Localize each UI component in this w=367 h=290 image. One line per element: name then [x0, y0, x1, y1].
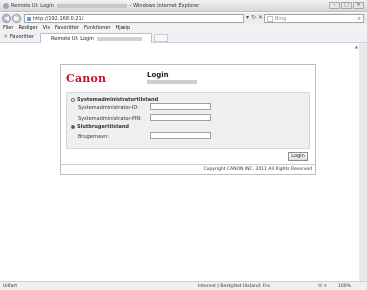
page-icon: [27, 17, 31, 21]
protected-mode-icon[interactable]: ⚙ ▾: [318, 283, 327, 289]
search-placeholder: Bing: [275, 16, 287, 22]
address-actions: ▾ ↻ ✕: [246, 14, 263, 21]
redacted-text: [56, 3, 127, 8]
tab-label: Remote UI: Login: [51, 36, 142, 42]
bing-icon: [267, 16, 273, 22]
page-title: Login: [147, 71, 169, 79]
redacted-text: [96, 36, 142, 41]
scroll-up-icon[interactable]: ▲: [355, 44, 358, 49]
login-form: Systemadministratortilstand Systemadmini…: [66, 92, 310, 149]
address-bar: ◀ ▶ http://192.168.0.21/ ▾ ↻ ✕ Bing ⌕: [0, 13, 367, 24]
window-title: Remote UI: Login - Windows Internet Explo…: [11, 3, 199, 9]
username-label: Brugernavn:: [78, 134, 109, 140]
zoom-level[interactable]: 100%: [338, 284, 351, 289]
admin-mode-option[interactable]: Systemadministratortilstand: [71, 97, 158, 103]
refresh-icon[interactable]: ↻: [251, 14, 256, 21]
title-bar: Remote UI: Login - Windows Internet Explo…: [0, 0, 367, 12]
user-mode-option[interactable]: Slutbrugertilstand: [71, 124, 129, 130]
login-panel: Canon Login Systemadministratortilstand …: [60, 64, 316, 175]
favorites-button[interactable]: Favoritter: [10, 34, 34, 40]
user-mode-label: Slutbrugertilstand: [77, 124, 130, 130]
maximize-button[interactable]: □: [341, 2, 352, 9]
back-button[interactable]: ◀: [2, 14, 11, 23]
status-text: Udført: [3, 284, 18, 289]
menu-edit[interactable]: Rediger: [18, 24, 37, 32]
status-bar: Udført Internet | Beskyttet tilstand: Fr…: [0, 281, 367, 290]
menu-view[interactable]: Vis: [43, 24, 50, 32]
forward-button[interactable]: ▶: [12, 14, 21, 23]
admin-id-field[interactable]: [150, 103, 211, 110]
minimize-button[interactable]: –: [329, 2, 340, 9]
menu-favorites[interactable]: Favoritter: [55, 24, 79, 32]
panel-footer: Copyright CANON INC. 2011 All Rights Res…: [61, 164, 315, 174]
login-button[interactable]: Login: [288, 152, 308, 161]
new-tab-button[interactable]: [154, 34, 168, 42]
admin-pin-field[interactable]: [150, 114, 211, 121]
dropdown-icon[interactable]: ▾: [246, 14, 249, 21]
url-text: http://192.168.0.21/: [33, 16, 84, 22]
search-icon[interactable]: ⌕: [358, 15, 361, 23]
stop-icon[interactable]: ✕: [258, 14, 263, 21]
url-field[interactable]: http://192.168.0.21/: [24, 14, 244, 23]
tab-login[interactable]: Remote UI: Login: [40, 33, 152, 43]
admin-id-label: Systemadministrator-ID:: [78, 105, 139, 111]
admin-mode-radio[interactable]: [71, 97, 75, 102]
menu-bar: Filer Rediger Vis Favoritter Funktioner …: [0, 24, 367, 32]
window-title-suffix: - Windows Internet Explorer: [129, 3, 200, 9]
menu-help[interactable]: Hjælp: [116, 24, 131, 32]
window-controls: – □ ✕: [329, 2, 364, 9]
security-zone[interactable]: Internet | Beskyttet tilstand: Fra: [198, 284, 270, 289]
menu-file[interactable]: Filer: [3, 24, 13, 32]
canon-logo: Canon: [66, 72, 107, 85]
favorites-bar: ★ Favoritter Remote UI: Login: [0, 32, 367, 43]
admin-mode-label: Systemadministratortilstand: [77, 97, 159, 103]
ie-icon: [3, 3, 9, 9]
close-button[interactable]: ✕: [353, 2, 364, 9]
username-field[interactable]: [150, 132, 211, 139]
star-icon[interactable]: ★: [3, 33, 8, 40]
copyright-text: Copyright CANON INC. 2011 All Rights Res…: [203, 167, 312, 172]
page-content: ▲ Canon Login Systemadministratortilstan…: [0, 43, 367, 281]
user-mode-radio[interactable]: [71, 124, 75, 129]
admin-pin-label: Systemadministrator-PIN:: [78, 116, 142, 122]
device-name-redacted: [147, 80, 197, 84]
tab-label-text: Remote UI: Login: [51, 36, 94, 42]
menu-tools[interactable]: Funktioner: [84, 24, 111, 32]
search-input[interactable]: Bing ⌕: [264, 14, 364, 23]
window-title-prefix: Remote UI: Login: [11, 3, 54, 9]
